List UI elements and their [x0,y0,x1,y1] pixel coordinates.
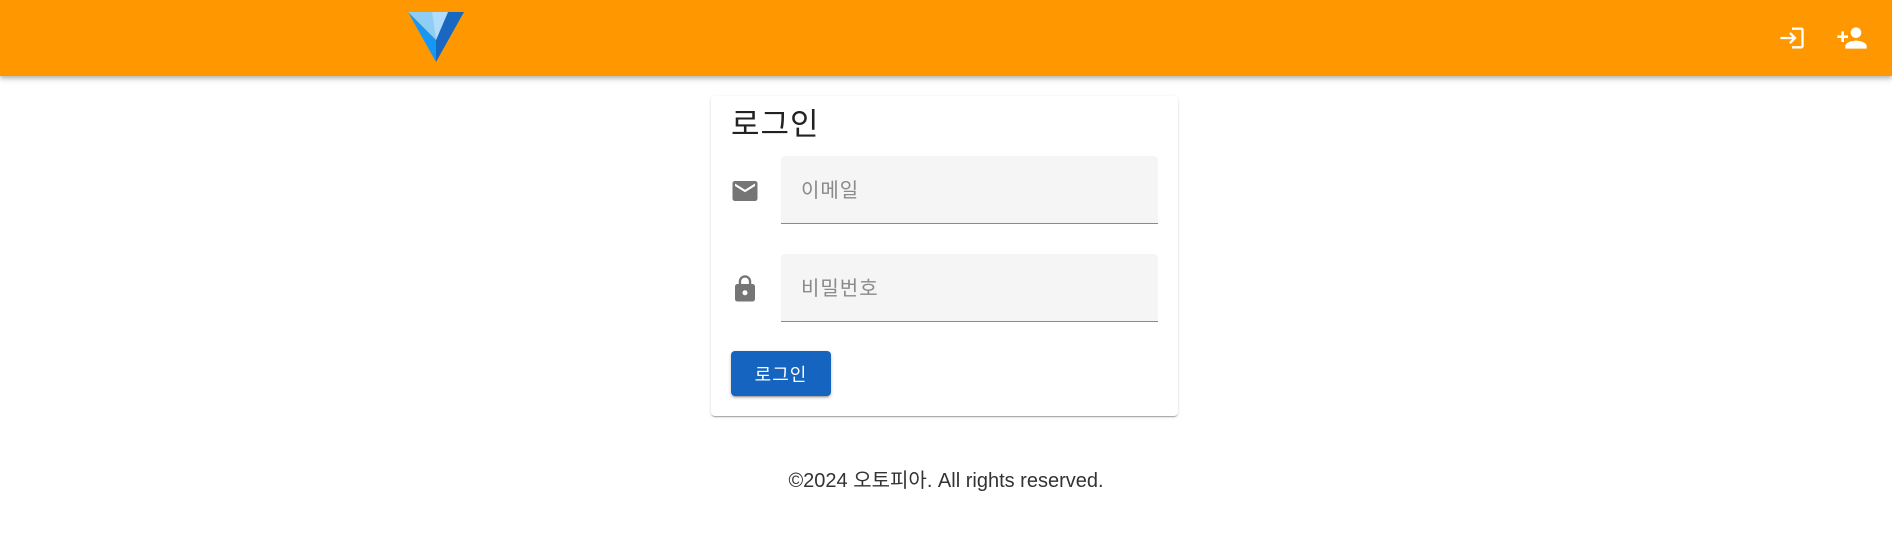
card-title: 로그인 [731,107,820,143]
lock-icon [730,274,760,304]
login-button[interactable]: 로그인 [731,351,831,396]
login-icon[interactable] [1772,18,1812,58]
person-add-icon[interactable] [1832,18,1872,58]
footer-copyright: ©2024 오토피아. All rights reserved. [788,470,1104,492]
password-field[interactable] [781,254,1158,322]
email-field[interactable] [781,156,1158,224]
vuetify-logo-icon [406,10,466,62]
password-input[interactable] [781,254,1158,321]
app-bar [0,0,1892,76]
email-icon [730,176,760,206]
email-input[interactable] [781,156,1158,223]
login-card: 로그인 로그인 [711,96,1178,416]
